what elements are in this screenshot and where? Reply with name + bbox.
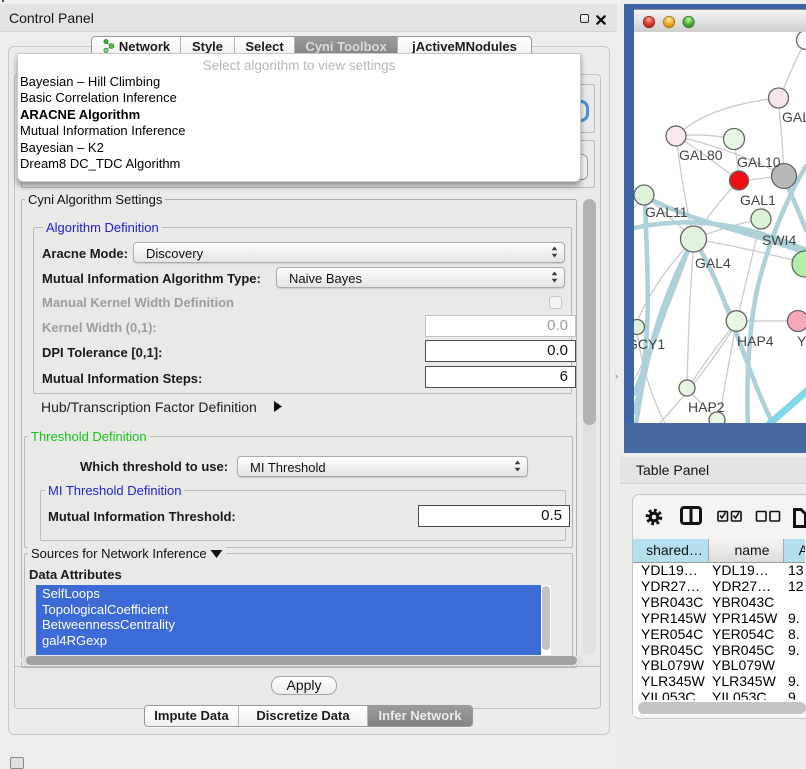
svg-text:HAP4: HAP4 — [737, 333, 774, 349]
svg-text:SWI4: SWI4 — [762, 232, 796, 248]
svg-text:GAL11: GAL11 — [645, 204, 688, 220]
svg-text:GCY1: GCY1 — [634, 336, 665, 352]
svg-text:GAL4: GAL4 — [695, 255, 731, 271]
svg-text:GAL80: GAL80 — [679, 147, 723, 163]
svg-text:GAL1: GAL1 — [740, 192, 776, 208]
svg-text:HAP2: HAP2 — [688, 399, 725, 415]
svg-text:GAL10: GAL10 — [737, 154, 781, 170]
svg-text:GAL: GAL — [782, 109, 806, 125]
svg-text:Y: Y — [797, 333, 806, 349]
